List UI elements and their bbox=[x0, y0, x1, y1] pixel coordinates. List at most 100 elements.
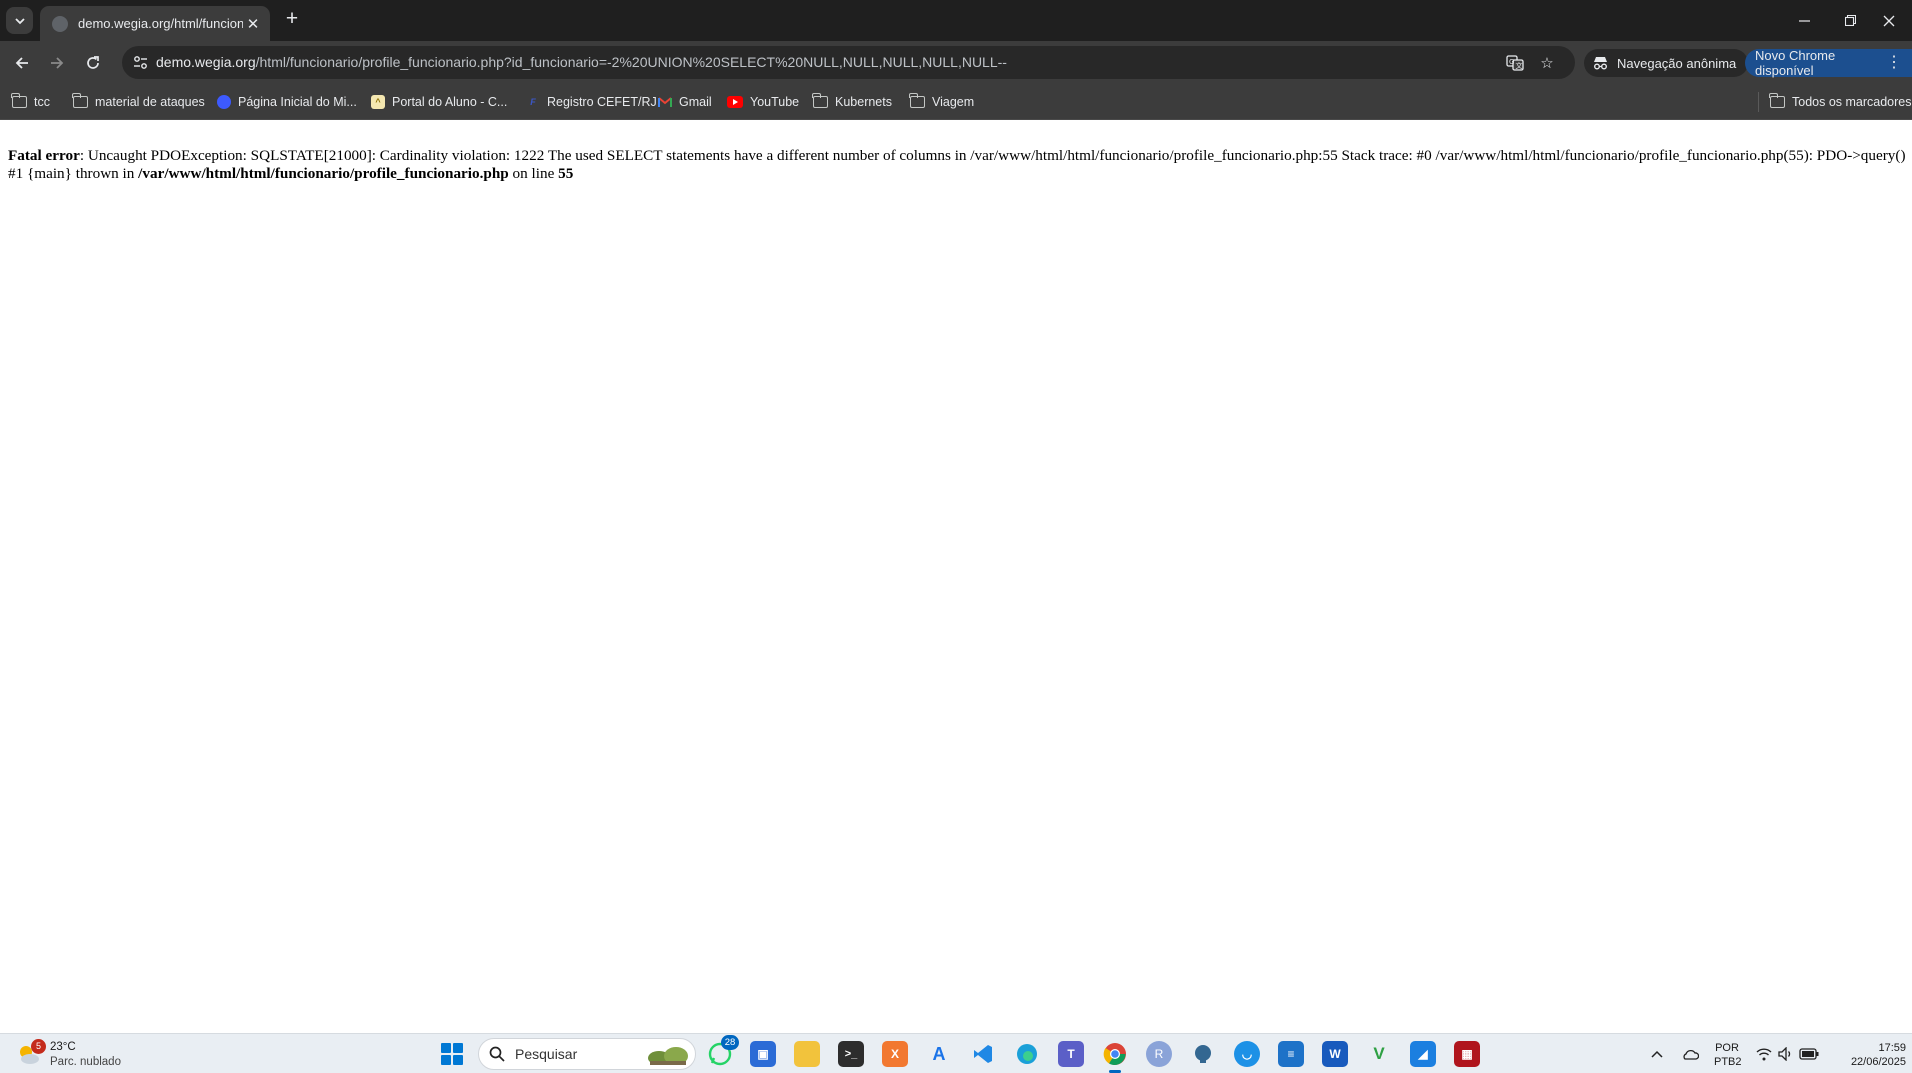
reload-icon bbox=[87, 56, 99, 69]
start-button[interactable] bbox=[441, 1043, 463, 1065]
file-explorer-icon[interactable] bbox=[794, 1041, 820, 1067]
svg-text:文: 文 bbox=[1516, 61, 1523, 70]
xampp-icon[interactable]: X bbox=[882, 1041, 908, 1067]
kebab-menu-icon[interactable]: ⋮ bbox=[1886, 55, 1902, 71]
incognito-indicator[interactable]: Navegação anônima bbox=[1584, 49, 1749, 77]
minimize-icon bbox=[1798, 20, 1810, 22]
volume-icon[interactable] bbox=[1776, 1034, 1796, 1073]
language-top: POR bbox=[1715, 1042, 1739, 1054]
bookmark-label: material de ataques bbox=[95, 95, 205, 109]
bookmark-kubernets[interactable]: Kubernets bbox=[812, 93, 892, 111]
windows-logo-tile bbox=[453, 1055, 463, 1065]
forward-button[interactable] bbox=[43, 49, 71, 77]
weather-badge: 5 bbox=[31, 1039, 46, 1054]
youtube-icon bbox=[727, 96, 743, 108]
word-icon[interactable]: W bbox=[1322, 1041, 1348, 1067]
bookmark-pagina-inicial[interactable]: Página Inicial do Mi... bbox=[217, 93, 357, 111]
restore-icon bbox=[1844, 15, 1856, 26]
chrome-taskbar-icon[interactable] bbox=[1102, 1041, 1128, 1073]
microsoft-store-icon[interactable]: ▣ bbox=[750, 1041, 776, 1067]
terminal-icon[interactable]: >_ bbox=[838, 1041, 864, 1067]
edge-icon[interactable] bbox=[1014, 1041, 1040, 1067]
folder-icon bbox=[812, 93, 828, 108]
clock-date: 22/06/2025 bbox=[1850, 1056, 1906, 1068]
notepad-icon[interactable]: ≡ bbox=[1278, 1041, 1304, 1067]
app-a-icon[interactable]: A bbox=[926, 1041, 952, 1067]
address-bar[interactable]: demo.wegia.org/html/funcionario/profile_… bbox=[122, 46, 1575, 79]
postgres-icon[interactable] bbox=[1190, 1041, 1216, 1067]
r-app-icon[interactable]: R bbox=[1146, 1041, 1172, 1067]
docker-icon[interactable]: ◡ bbox=[1234, 1041, 1260, 1067]
bookmark-label: Kubernets bbox=[835, 95, 892, 109]
vmware-icon[interactable]: V bbox=[1366, 1041, 1392, 1067]
weather-widget[interactable]: 5 23°C Parc. nublado bbox=[16, 1038, 121, 1072]
arrow-right-icon bbox=[51, 57, 64, 69]
chevron-down-icon bbox=[14, 17, 25, 24]
windows-taskbar: 5 23°C Parc. nublado Pesquisar 28 ▣ >_ X… bbox=[0, 1033, 1912, 1073]
bookmark-viagem[interactable]: Viagem bbox=[909, 93, 975, 111]
teams-icon[interactable]: T bbox=[1058, 1041, 1084, 1067]
star-icon[interactable]: ☆ bbox=[1537, 53, 1557, 73]
weather-condition: Parc. nublado bbox=[50, 1056, 121, 1068]
language-bottom: PTB2 bbox=[1714, 1056, 1742, 1068]
bookmark-material-de-ataques[interactable]: material de ataques bbox=[72, 93, 205, 111]
update-label: Novo Chrome disponível bbox=[1755, 48, 1836, 78]
photos-icon[interactable]: ◢ bbox=[1410, 1041, 1436, 1067]
globe-icon bbox=[217, 95, 231, 109]
system-clock[interactable]: 17:59 22/06/2025 bbox=[1828, 1041, 1906, 1069]
bookmark-label: tcc bbox=[34, 95, 50, 109]
tray-overflow-icon[interactable] bbox=[1646, 1034, 1668, 1073]
folder-icon bbox=[909, 93, 925, 108]
gmail-icon bbox=[658, 96, 672, 107]
arrow-left-icon bbox=[15, 57, 28, 69]
portal-icon: ^ bbox=[371, 95, 385, 109]
bookmark-label: Gmail bbox=[679, 95, 712, 109]
wifi-icon[interactable] bbox=[1754, 1034, 1774, 1073]
browser-toolbar: demo.wegia.org/html/funcionario/profile_… bbox=[0, 41, 1912, 84]
reload-button[interactable] bbox=[79, 49, 107, 77]
clock-time: 17:59 bbox=[1878, 1042, 1906, 1054]
bookmarks-bar: tcc material de ataques Página Inicial d… bbox=[0, 84, 1912, 120]
cefet-icon: F bbox=[530, 97, 536, 107]
bookmark-label: Página Inicial do Mi... bbox=[238, 95, 357, 109]
tab-active[interactable]: demo.wegia.org/html/funcionario/profile_… bbox=[40, 6, 270, 41]
search-icon bbox=[489, 1046, 505, 1062]
error-line-prefix: on line bbox=[508, 165, 559, 182]
close-window-button[interactable] bbox=[1866, 0, 1912, 41]
close-icon[interactable]: ✕ bbox=[244, 15, 262, 33]
bookmark-registro-cefet[interactable]: F Registro CEFET/RJ bbox=[526, 93, 657, 111]
url-host: demo.wegia.org bbox=[156, 54, 256, 70]
language-indicator[interactable]: POR PTB2 bbox=[1714, 1041, 1742, 1069]
onedrive-icon[interactable] bbox=[1678, 1034, 1702, 1073]
translate-icon[interactable]: G文 bbox=[1505, 53, 1525, 73]
bookmark-label: Portal do Aluno - C... bbox=[392, 95, 508, 109]
battery-icon[interactable] bbox=[1798, 1034, 1820, 1073]
svg-text:G: G bbox=[1509, 58, 1514, 66]
bookmark-youtube[interactable]: YouTube bbox=[727, 93, 799, 111]
taskbar-search[interactable]: Pesquisar bbox=[478, 1038, 696, 1070]
jetbrains-icon[interactable]: ▦ bbox=[1454, 1041, 1480, 1067]
bookmark-portal-do-aluno[interactable]: ^ Portal do Aluno - C... bbox=[371, 93, 507, 111]
bookmark-gmail[interactable]: Gmail bbox=[658, 93, 712, 111]
folder-icon bbox=[72, 93, 88, 108]
chrome-update-button[interactable]: Novo Chrome disponível ⋮ bbox=[1745, 48, 1912, 78]
bookmark-label: Registro CEFET/RJ bbox=[547, 95, 657, 109]
windows-logo-tile bbox=[453, 1043, 463, 1053]
all-bookmarks-label: Todos os marcadores bbox=[1792, 95, 1912, 109]
new-tab-button[interactable]: + bbox=[281, 8, 303, 31]
tab-search-button[interactable] bbox=[6, 7, 33, 34]
whatsapp-badge: 28 bbox=[721, 1035, 739, 1050]
globe-icon bbox=[52, 15, 68, 32]
windows-logo-tile bbox=[441, 1043, 451, 1053]
bookmark-tcc[interactable]: tcc bbox=[11, 93, 50, 111]
url-text[interactable]: demo.wegia.org/html/funcionario/profile_… bbox=[156, 54, 1007, 70]
folder-icon bbox=[11, 93, 27, 108]
bookmark-label: Viagem bbox=[932, 95, 975, 109]
all-bookmarks-button[interactable]: Todos os marcadores bbox=[1769, 93, 1912, 111]
vscode-icon[interactable] bbox=[970, 1041, 996, 1067]
back-button[interactable] bbox=[8, 49, 36, 77]
bookmark-label: YouTube bbox=[750, 95, 800, 109]
minimize-button[interactable] bbox=[1781, 0, 1827, 41]
site-settings-icon[interactable] bbox=[132, 54, 149, 71]
tab-title: demo.wegia.org/html/funcionario/profile_… bbox=[78, 16, 243, 31]
